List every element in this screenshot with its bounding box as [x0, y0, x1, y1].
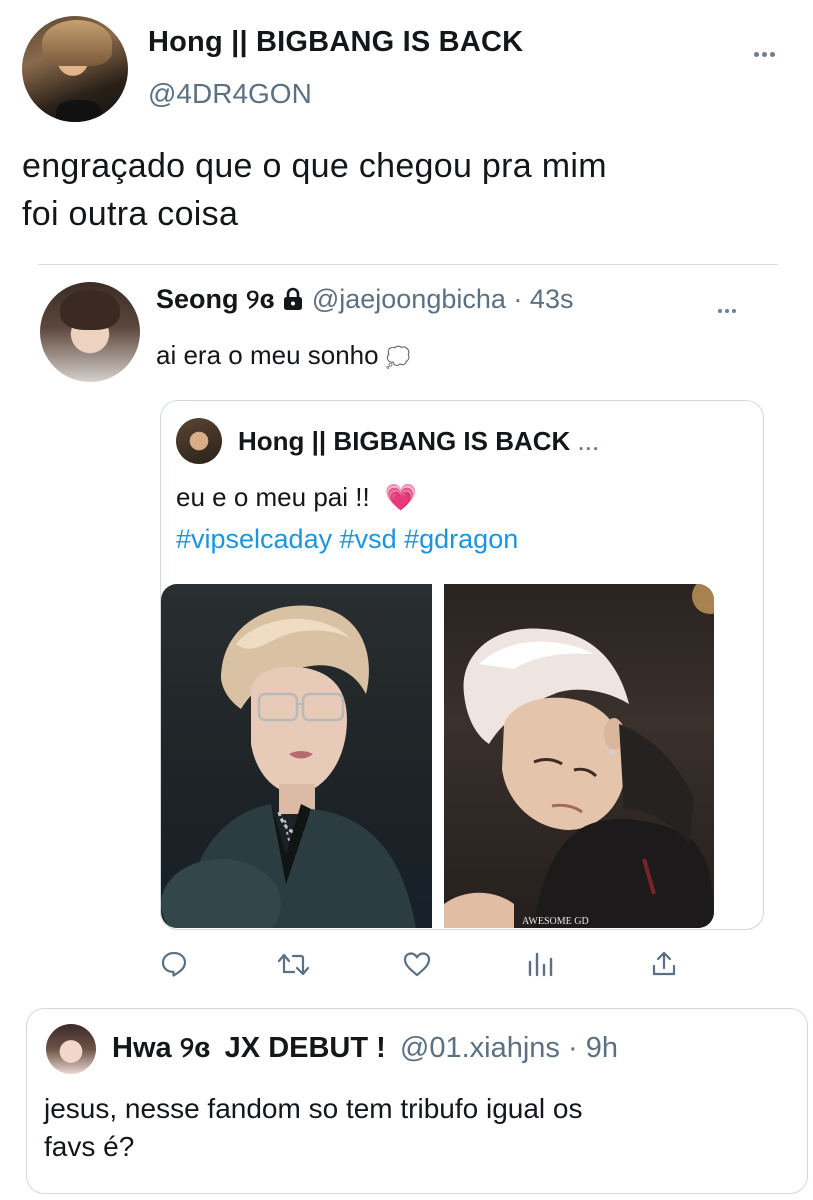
quoted-text: eu e o meu pai !! 💗 — [176, 482, 417, 513]
reply-text-body: ai era o meu sonho — [156, 340, 379, 370]
analytics-icon[interactable] — [526, 950, 554, 978]
thought-balloon-emoji: 💭 — [385, 347, 411, 369]
reply-icon[interactable] — [160, 950, 188, 978]
quoted-author-name: Hong || BIGBANG IS BACK — [238, 426, 571, 456]
bottom-quote-text: jesus, nesse fandom so tem tribufo igual… — [44, 1090, 583, 1166]
bottom-name-glyph: ୨ɞ — [179, 1032, 211, 1064]
reply-more-options-icon[interactable] — [718, 300, 739, 318]
reply-header: Seong ୨ɞ @jaejoongbicha · 43s — [156, 284, 573, 316]
pink-heart-emoji: 💗 — [384, 482, 418, 512]
bottom-time: 9h — [585, 1032, 618, 1064]
main-tweet-text-line2: foi outra coisa — [22, 195, 239, 233]
main-tweet-text: engraçado que o que chegou pra mim foi o… — [22, 142, 607, 238]
bottom-author-name: Hwa — [112, 1032, 172, 1064]
quoted-author-avatar — [176, 418, 222, 464]
reply-author-handle[interactable]: @jaejoongbicha — [312, 284, 506, 314]
bottom-author-handle: @01.xiahjns — [399, 1032, 560, 1064]
bottom-quote-text-line2: favs é? — [44, 1131, 135, 1162]
share-icon[interactable] — [650, 950, 678, 978]
quoted-header: Hong || BIGBANG IS BACK ... — [238, 426, 599, 457]
reply-time[interactable]: 43s — [530, 284, 574, 314]
reply-separator: · — [513, 284, 523, 314]
main-author-handle[interactable]: @4DR4GON — [148, 78, 312, 110]
photo-watermark: AWESOME GD — [522, 916, 589, 927]
reply-name-glyph: ୨ɞ — [246, 284, 275, 314]
bottom-name-suffix: JX DEBUT ! — [224, 1032, 386, 1064]
bottom-author-avatar — [46, 1024, 96, 1074]
quoted-text-body: eu e o meu pai !! — [176, 482, 370, 512]
bottom-separator: · — [567, 1032, 578, 1064]
bottom-quote-text-line1: jesus, nesse fandom so tem tribufo igual… — [44, 1093, 583, 1124]
more-options-icon[interactable] — [754, 44, 778, 62]
quoted-hashtags[interactable]: #vipselcaday #vsd #gdragon — [176, 524, 518, 555]
reply-author-name[interactable]: Seong — [156, 284, 239, 314]
lock-icon — [282, 287, 304, 311]
main-author-name[interactable]: Hong || BIGBANG IS BACK — [148, 26, 523, 59]
divider — [38, 264, 778, 265]
quoted-photo-right[interactable]: AWESOME GD — [444, 584, 714, 928]
main-author-avatar[interactable] — [22, 16, 128, 122]
like-icon[interactable] — [402, 950, 432, 978]
reply-text: ai era o meu sonho 💭 — [156, 340, 411, 371]
bottom-header: Hwa ୨ɞ JX DEBUT ! @01.xiahjns · 9h — [112, 1032, 618, 1065]
retweet-icon[interactable] — [276, 950, 310, 978]
quoted-ellipsis: ... — [577, 426, 600, 456]
quoted-photo-left[interactable] — [161, 584, 432, 928]
main-tweet-text-line1: engraçado que o que chegou pra mim — [22, 147, 607, 185]
reply-author-avatar[interactable] — [40, 282, 140, 382]
